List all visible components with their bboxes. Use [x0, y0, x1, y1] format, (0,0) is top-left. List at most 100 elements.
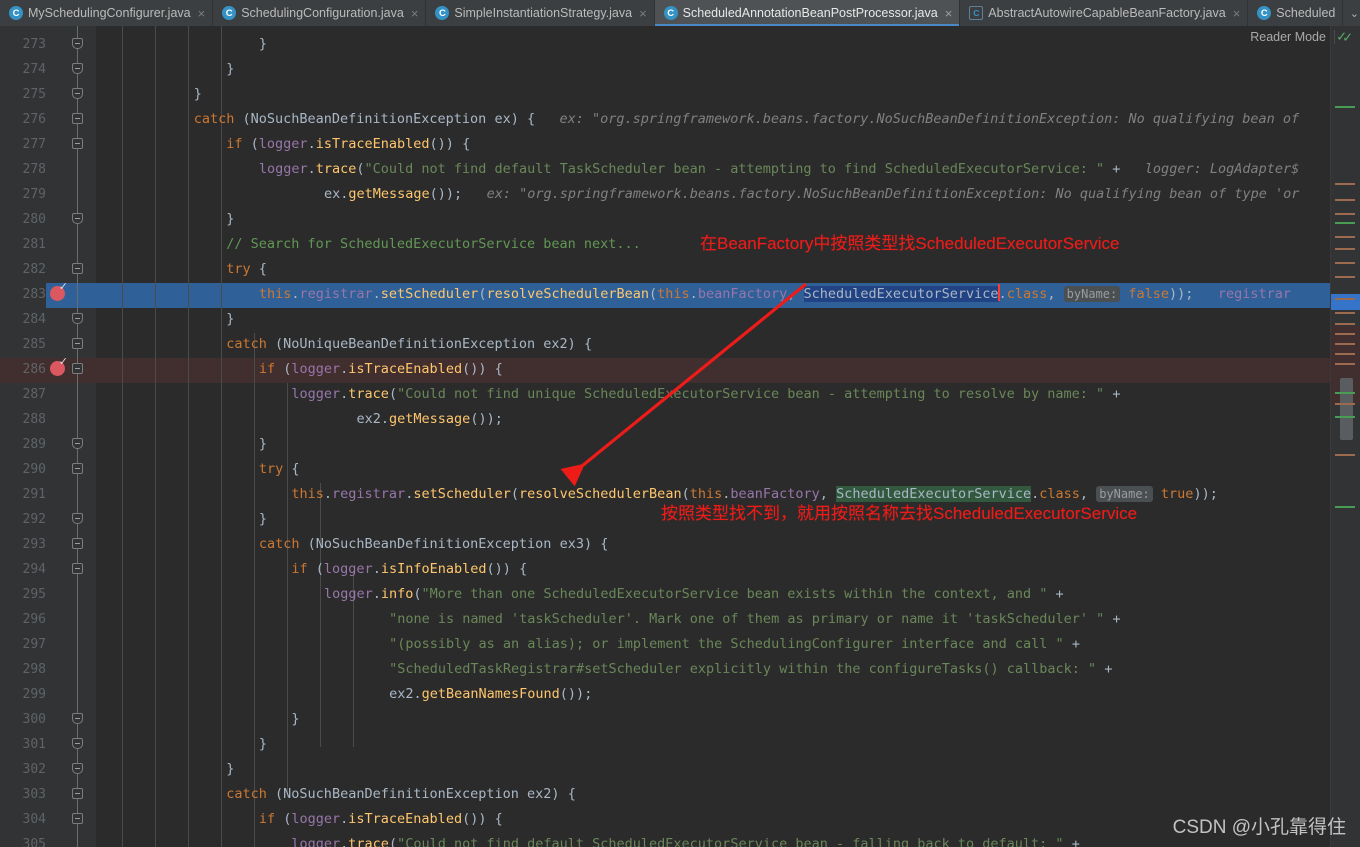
line-number: 299	[22, 687, 46, 702]
code-line[interactable]: if (logger.isTraceEnabled()) {	[96, 132, 470, 157]
code-line[interactable]: catch (NoSuchBeanDefinitionException ex2…	[96, 782, 576, 807]
code-line[interactable]: }	[96, 207, 234, 232]
inspection-ok-icon[interactable]: ✓	[1343, 29, 1352, 45]
line-number: 278	[22, 162, 46, 177]
code-line[interactable]: // Search for ScheduledExecutorService b…	[96, 232, 641, 257]
code-line[interactable]: if (logger.isInfoEnabled()) {	[96, 557, 527, 582]
editor-tab-scheduled[interactable]: C Scheduled	[1248, 0, 1344, 26]
close-icon[interactable]: ×	[943, 7, 953, 20]
close-icon[interactable]: ×	[196, 7, 206, 20]
code-line[interactable]: }	[96, 732, 267, 757]
editor-scrollbar[interactable]: ✓	[1330, 26, 1360, 847]
code-line[interactable]: "(possibly as an alias); or implement th…	[96, 632, 1080, 657]
code-fold-icon[interactable]	[72, 456, 83, 496]
code-line[interactable]: logger.info("More than one ScheduledExec…	[96, 582, 1064, 607]
line-number: 305	[22, 837, 46, 847]
line-number: 277	[22, 137, 46, 152]
code-fold-icon[interactable]	[72, 306, 83, 346]
code-editor[interactable]: 273 274 275 276 277 278 279 280 281 282 283 284 285 2…	[0, 26, 1360, 847]
code-line[interactable]: }	[96, 32, 267, 57]
code-line[interactable]: "ScheduledTaskRegistrar#setScheduler exp…	[96, 657, 1112, 682]
code-line[interactable]: catch (NoUniqueBeanDefinitionException e…	[96, 332, 592, 357]
line-number: 280	[22, 212, 46, 227]
editor-tab-scheduling-configuration[interactable]: C SchedulingConfiguration.java ×	[213, 0, 427, 26]
breakpoint-icon[interactable]	[50, 356, 68, 376]
code-line[interactable]: }	[96, 57, 234, 82]
code-line[interactable]: }	[96, 507, 267, 532]
code-line[interactable]: }	[96, 707, 299, 732]
line-number: 302	[22, 762, 46, 777]
java-class-icon: C	[663, 6, 678, 20]
fold-box	[72, 138, 83, 149]
code-fold-icon[interactable]	[72, 256, 83, 296]
code-fold-icon[interactable]	[72, 206, 83, 246]
code-line[interactable]: this.registrar.setScheduler(resolveSched…	[96, 282, 1291, 307]
scrollbar-thumb[interactable]	[1340, 378, 1353, 440]
close-icon[interactable]: ×	[409, 7, 419, 20]
code-fold-icon[interactable]	[72, 706, 83, 746]
code-fold-icon[interactable]	[72, 331, 83, 371]
line-number: 300	[22, 712, 46, 727]
scrollbar-marker	[1335, 343, 1355, 345]
code-line[interactable]: ex2.getMessage());	[96, 407, 503, 432]
code-line[interactable]: }	[96, 432, 267, 457]
code-line[interactable]: ex.getMessage()); ex: "org.springframewo…	[96, 182, 1299, 207]
code-fold-icon[interactable]	[72, 506, 83, 546]
breakpoint-icon[interactable]	[50, 281, 68, 301]
fold-box	[72, 813, 83, 824]
code-fold-icon[interactable]	[72, 806, 83, 846]
code-line[interactable]: try {	[96, 257, 267, 282]
code-fold-icon[interactable]	[72, 731, 83, 771]
scrollbar-marker	[1335, 353, 1355, 355]
code-line[interactable]: if (logger.isTraceEnabled()) {	[96, 807, 503, 832]
code-fold-icon[interactable]	[72, 356, 83, 396]
code-fold-icon[interactable]	[72, 106, 83, 146]
code-fold-icon[interactable]	[72, 556, 83, 596]
code-fold-icon[interactable]	[72, 131, 83, 171]
code-fold-icon[interactable]	[72, 31, 83, 71]
fold-box	[72, 313, 83, 324]
editor-tab-scheduled-annotation-bean-post-processor[interactable]: C ScheduledAnnotationBeanPostProcessor.j…	[654, 0, 961, 26]
line-number: 293	[22, 537, 46, 552]
code-line[interactable]: catch (NoSuchBeanDefinitionException ex)…	[96, 107, 1299, 132]
editor-tab-simple-instantiation-strategy[interactable]: C SimpleInstantiationStrategy.java ×	[426, 0, 655, 26]
line-number: 289	[22, 437, 46, 452]
fold-box	[72, 513, 83, 524]
editor-tab-my-scheduling-configurer[interactable]: C MySchedulingConfigurer.java ×	[0, 0, 214, 26]
line-number: 273	[22, 37, 46, 52]
code-fold-icon[interactable]	[72, 756, 83, 796]
code-fold-icon[interactable]	[72, 431, 83, 471]
reader-mode-bar: Reader Mode ✓	[1250, 26, 1360, 48]
code-fold-icon[interactable]	[72, 531, 83, 571]
line-number: 279	[22, 187, 46, 202]
code-fold-icon[interactable]	[72, 56, 83, 96]
code-line[interactable]: }	[96, 757, 234, 782]
code-line[interactable]: "none is named 'taskScheduler'. Mark one…	[96, 607, 1121, 632]
line-number: 290	[22, 462, 46, 477]
reader-mode-label[interactable]: Reader Mode	[1250, 30, 1326, 44]
java-abstract-class-icon: C	[969, 6, 984, 20]
code-line[interactable]: catch (NoSuchBeanDefinitionException ex3…	[96, 532, 609, 557]
scrollbar-marker	[1335, 213, 1355, 215]
line-number: 294	[22, 562, 46, 577]
code-fold-icon[interactable]	[72, 81, 83, 121]
code-line[interactable]: try {	[96, 457, 300, 482]
code-line[interactable]: logger.trace("Could not find default Sch…	[96, 832, 1079, 847]
line-number: 276	[22, 112, 46, 127]
close-icon[interactable]: ×	[1231, 7, 1241, 20]
code-line[interactable]: logger.trace("Could not find default Tas…	[96, 157, 1299, 182]
fold-box	[72, 763, 83, 774]
code-line[interactable]: }	[96, 82, 202, 107]
code-line[interactable]: }	[96, 307, 234, 332]
code-line[interactable]: logger.trace("Could not find unique Sche…	[96, 382, 1120, 407]
code-line[interactable]: if (logger.isTraceEnabled()) {	[96, 357, 503, 382]
code-fold-icon[interactable]	[72, 781, 83, 821]
code-line[interactable]: ex2.getBeanNamesFound());	[96, 682, 592, 707]
chevron-down-icon[interactable]: ⌄	[1343, 0, 1360, 26]
scrollbar-marker	[1335, 236, 1355, 238]
line-number: 284	[22, 312, 46, 327]
editor-tab-label: SimpleInstantiationStrategy.java	[454, 6, 633, 20]
close-icon[interactable]: ×	[637, 7, 647, 20]
annotation-find-by-name: 按照类型找不到，就用按照名称去找ScheduledExecutorService	[661, 504, 1138, 523]
editor-tab-abstract-autowire-capable-bean-factory[interactable]: C AbstractAutowireCapableBeanFactory.jav…	[960, 0, 1249, 26]
